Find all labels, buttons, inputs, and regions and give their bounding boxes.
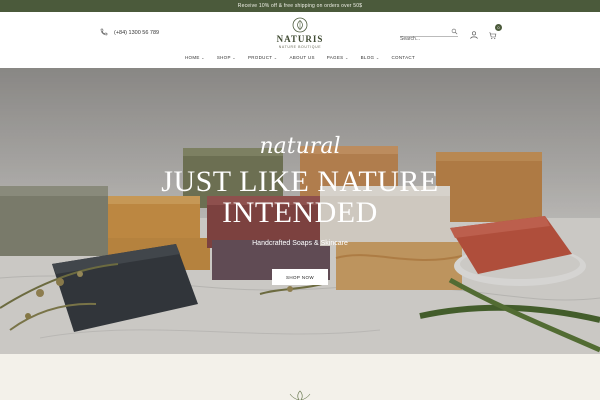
- search-input[interactable]: [400, 34, 448, 44]
- chevron-down-icon: ⌄: [201, 55, 205, 60]
- account-button[interactable]: [469, 27, 479, 39]
- shop-now-button[interactable]: SHOP NOW: [272, 269, 328, 285]
- user-icon: [470, 31, 478, 39]
- main-nav: HOME ⌄ SHOP ⌄ PRODUCT ⌄ ABOUT US PAGES ⌄…: [0, 55, 600, 60]
- chevron-down-icon: ⌄: [232, 55, 236, 60]
- nav-item-label: PRODUCT: [247, 55, 273, 60]
- cart-count-badge: 0: [495, 24, 502, 31]
- announcement-bar: Receive 10% off & free shipping on order…: [0, 0, 600, 12]
- logo-name: NATURIS: [276, 34, 324, 44]
- announcement-text: Receive 10% off & free shipping on order…: [237, 3, 363, 9]
- nav-item-shop[interactable]: SHOP ⌄: [217, 55, 236, 60]
- hero-script-text: natural: [259, 134, 341, 159]
- next-section: [0, 354, 600, 400]
- hero-headline-line2: INTENDED: [222, 196, 378, 229]
- search-icon[interactable]: [451, 28, 458, 35]
- chevron-down-icon: ⌄: [344, 55, 349, 60]
- hero-headline: JUST LIKE NATURE INTENDED: [0, 166, 600, 228]
- leaf-emblem-icon: [289, 390, 311, 400]
- nav-item-pages[interactable]: PAGES ⌄: [327, 55, 349, 60]
- phone-contact[interactable]: (+84) 1300 56 789: [100, 28, 159, 38]
- nav-item-label: HOME: [184, 55, 200, 60]
- phone-number: (+84) 1300 56 789: [114, 30, 160, 36]
- nav-item-label: PAGES: [326, 55, 344, 60]
- nav-item-label: SHOP: [216, 55, 231, 60]
- hero-headline-line1: JUST LIKE NATURE: [161, 165, 439, 198]
- site-logo[interactable]: NATURIS NATURE BOUTIQUE: [272, 17, 328, 49]
- nav-item-label: BLOG: [360, 55, 375, 60]
- search-box: [400, 27, 458, 44]
- hero-subline: Handcrafted Soaps & Skincare: [252, 240, 348, 247]
- logo-emblem-icon: [292, 17, 308, 33]
- cart-button[interactable]: 0: [488, 24, 502, 40]
- nav-item-blog[interactable]: BLOG ⌄: [361, 55, 380, 60]
- nav-item-home[interactable]: HOME ⌄: [185, 55, 205, 60]
- hero-banner: natural JUST LIKE NATURE INTENDED Handcr…: [0, 68, 600, 354]
- nav-item-label: ABOUT US: [289, 55, 315, 60]
- chevron-down-icon: ⌄: [375, 55, 380, 60]
- nav-item-label: CONTACT: [391, 55, 416, 60]
- phone-icon: [100, 28, 108, 38]
- chevron-down-icon: ⌄: [273, 55, 278, 60]
- site-header: (+84) 1300 56 789 NATURIS NATURE BOUTIQU…: [0, 12, 600, 68]
- logo-tagline: NATURE BOUTIQUE: [278, 45, 322, 49]
- nav-item-product[interactable]: PRODUCT ⌄: [248, 55, 278, 60]
- nav-item-about-us[interactable]: ABOUT US: [289, 55, 314, 60]
- hero-content: natural JUST LIKE NATURE INTENDED Handcr…: [0, 68, 600, 354]
- cart-icon: [489, 32, 497, 40]
- nav-item-contact[interactable]: CONTACT: [392, 55, 416, 60]
